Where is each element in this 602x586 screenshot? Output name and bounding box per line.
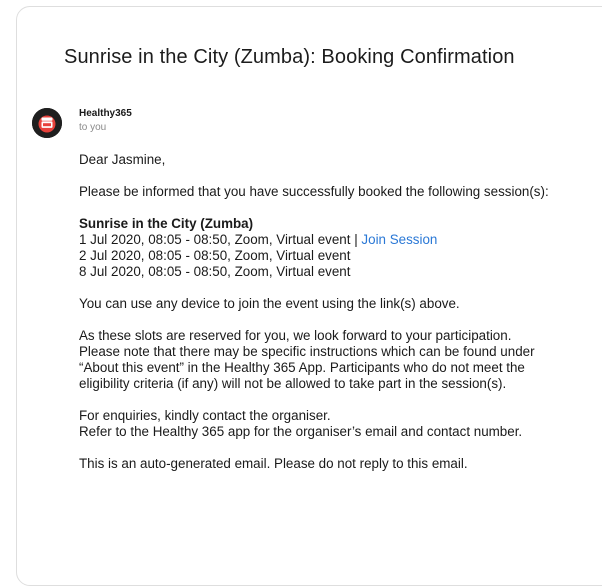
session-slot-text: 1 Jul 2020, 08:05 - 08:50, Zoom, Virtual… (79, 232, 351, 247)
enquiry-line: Refer to the Healthy 365 app for the org… (79, 424, 523, 439)
reserved-note: As these slots are reserved for you, we … (79, 328, 535, 391)
session-slot: 8 Jul 2020, 08:05 - 08:50, Zoom, Virtual… (79, 264, 351, 279)
enquiry-block: For enquiries, kindly contact the organi… (79, 408, 549, 440)
session-block: Sunrise in the City (Zumba) 1 Jul 2020, … (79, 216, 549, 280)
recipient-label: to you (79, 122, 107, 133)
device-note: You can use any device to join the event… (79, 296, 460, 311)
session-slot: 2 Jul 2020, 08:05 - 08:50, Zoom, Virtual… (79, 248, 351, 263)
email-subject: Sunrise in the City (Zumba): Booking Con… (64, 46, 515, 68)
join-session-link[interactable]: Join Session (361, 232, 437, 247)
healthy365-logo-icon[interactable] (32, 108, 62, 138)
enquiry-line: For enquiries, kindly contact the organi… (79, 408, 331, 423)
intro-text: Please be informed that you have success… (79, 184, 549, 199)
email-body: Dear Jasmine, Please be informed that yo… (79, 152, 549, 488)
auto-generated-note: This is an auto-generated email. Please … (79, 456, 468, 471)
session-slot: 1 Jul 2020, 08:05 - 08:50, Zoom, Virtual… (79, 232, 437, 247)
session-title: Sunrise in the City (Zumba) (79, 216, 254, 231)
sender-name: Healthy365 (79, 108, 132, 119)
greeting: Dear Jasmine, (79, 152, 166, 167)
separator: | (354, 232, 358, 247)
